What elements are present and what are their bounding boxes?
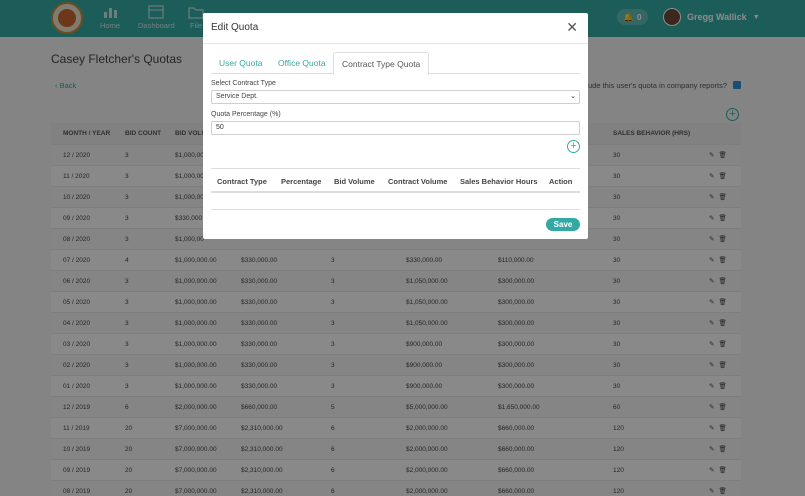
save-button[interactable]: Save [546,218,580,231]
tab-user-quota[interactable]: User Quota [211,52,270,74]
contract-type-select[interactable]: Service Dept. ⌄ [211,90,580,104]
col-action: Action [549,177,573,186]
col-contract-type: Contract Type [217,177,267,186]
contract-type-table-header: Contract Type Percentage Bid Volume Cont… [211,169,580,193]
col-contract-volume: Contract Volume [388,177,448,186]
contract-type-value: Service Dept. [216,93,259,100]
modal-header: Edit Quota ✕ [203,13,588,44]
add-contract-type-button[interactable]: + [567,140,580,153]
chevron-down-icon: ⌄ [570,93,576,100]
quota-percentage-label: Quota Percentage (%) [211,111,281,118]
col-sales-behavior-hours: Sales Behavior Hours [460,177,538,186]
contract-type-table: Contract Type Percentage Bid Volume Cont… [211,168,580,210]
col-bid-volume: Bid Volume [334,177,375,186]
quota-tabs: User Quota Office Quota Contract Type Qu… [211,52,580,75]
tab-contract-type-quota[interactable]: Contract Type Quota [333,52,430,75]
tab-office-quota[interactable]: Office Quota [270,52,334,74]
quota-percentage-input[interactable]: 50 [211,121,580,135]
empty-row [211,193,580,210]
close-icon[interactable]: ✕ [566,19,578,36]
contract-type-label: Select Contract Type [211,80,276,87]
edit-quota-modal: Edit Quota ✕ User Quota Office Quota Con… [203,13,588,239]
col-percentage: Percentage [281,177,322,186]
modal-title: Edit Quota [211,22,259,33]
